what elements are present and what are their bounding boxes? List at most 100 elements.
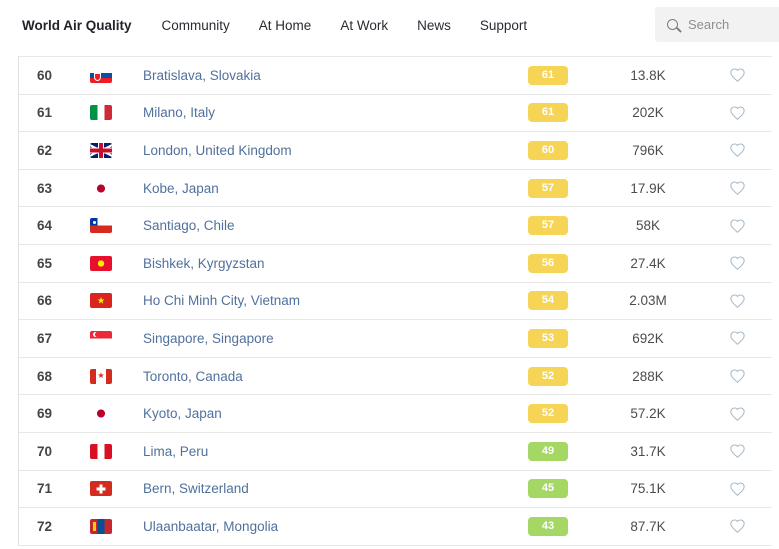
- nav-support[interactable]: Support: [480, 18, 527, 33]
- flag-mongolia-icon: [90, 519, 112, 534]
- flag-canada-icon: [90, 369, 112, 384]
- table-row[interactable]: 61 Milano, Italy 61 202K: [19, 94, 772, 132]
- followers-count: 27.4K: [568, 256, 728, 271]
- table-row[interactable]: 67 Singapore, Singapore 53 692K: [19, 319, 772, 357]
- follow-heart-button[interactable]: [728, 105, 746, 121]
- follow-heart-button[interactable]: [728, 180, 746, 196]
- search-box[interactable]: Search: [655, 7, 779, 42]
- nav-world-air-quality[interactable]: World Air Quality: [22, 18, 132, 33]
- flag-singapore-icon: [90, 331, 112, 346]
- aqi-badge: 61: [528, 103, 568, 122]
- city-link[interactable]: Bishkek, Kyrgyzstan: [143, 256, 528, 271]
- aqi-badge: 54: [528, 291, 568, 310]
- follow-heart-button[interactable]: [728, 518, 746, 534]
- followers-count: 13.8K: [568, 68, 728, 83]
- followers-count: 31.7K: [568, 444, 728, 459]
- table-row[interactable]: 66 Ho Chi Minh City, Vietnam 54 2.03M: [19, 282, 772, 320]
- city-link[interactable]: Kobe, Japan: [143, 181, 528, 196]
- aqi-badge: 52: [528, 404, 568, 423]
- flag-united-kingdom-icon: [90, 143, 112, 158]
- table-row[interactable]: 62 London, United Kingdom 60 796K: [19, 131, 772, 169]
- table-row[interactable]: 70 Lima, Peru 49 31.7K: [19, 432, 772, 470]
- rank-label: 67: [37, 331, 90, 346]
- flag-italy-icon: [90, 105, 112, 120]
- rank-label: 63: [37, 181, 90, 196]
- flag-japan-icon: [90, 406, 112, 421]
- nav-at-home[interactable]: At Home: [259, 18, 312, 33]
- city-link[interactable]: Milano, Italy: [143, 105, 528, 120]
- nav-news[interactable]: News: [417, 18, 451, 33]
- search-placeholder: Search: [688, 17, 729, 32]
- flag-japan-icon: [90, 181, 112, 196]
- followers-count: 692K: [568, 331, 728, 346]
- followers-count: 75.1K: [568, 481, 728, 496]
- city-link[interactable]: Kyoto, Japan: [143, 406, 528, 421]
- rank-label: 71: [37, 481, 90, 496]
- table-row[interactable]: 71 Bern, Switzerland 45 75.1K: [19, 470, 772, 508]
- rank-label: 60: [37, 68, 90, 83]
- followers-count: 58K: [568, 218, 728, 233]
- city-link[interactable]: Lima, Peru: [143, 444, 528, 459]
- table-row[interactable]: 68 Toronto, Canada 52 288K: [19, 357, 772, 395]
- followers-count: 17.9K: [568, 181, 728, 196]
- follow-heart-button[interactable]: [728, 368, 746, 384]
- rank-label: 61: [37, 105, 90, 120]
- aqi-badge: 49: [528, 442, 568, 461]
- city-link[interactable]: Singapore, Singapore: [143, 331, 528, 346]
- rank-label: 64: [37, 218, 90, 233]
- aqi-badge: 60: [528, 141, 568, 160]
- nav-at-work[interactable]: At Work: [340, 18, 388, 33]
- table-row[interactable]: 60 Bratislava, Slovakia 61 13.8K: [19, 56, 772, 94]
- rank-label: 68: [37, 369, 90, 384]
- nav-community[interactable]: Community: [162, 18, 230, 33]
- followers-count: 2.03M: [568, 293, 728, 308]
- follow-heart-button[interactable]: [728, 330, 746, 346]
- aqi-badge: 57: [528, 179, 568, 198]
- page: World Air Quality Community At Home At W…: [0, 0, 779, 549]
- city-link[interactable]: Toronto, Canada: [143, 369, 528, 384]
- aqi-badge: 43: [528, 517, 568, 536]
- city-ranking-table: 60 Bratislava, Slovakia 61 13.8K 61 Mila…: [18, 56, 772, 546]
- follow-heart-button[interactable]: [728, 218, 746, 234]
- aqi-badge: 45: [528, 479, 568, 498]
- search-icon: [667, 19, 678, 30]
- aqi-badge: 61: [528, 66, 568, 85]
- follow-heart-button[interactable]: [728, 255, 746, 271]
- aqi-badge: 57: [528, 216, 568, 235]
- table-row[interactable]: 69 Kyoto, Japan 52 57.2K: [19, 394, 772, 432]
- follow-heart-button[interactable]: [728, 481, 746, 497]
- flag-switzerland-icon: [90, 481, 112, 496]
- rank-label: 72: [37, 519, 90, 534]
- table-row[interactable]: 64 Santiago, Chile 57 58K: [19, 206, 772, 244]
- followers-count: 57.2K: [568, 406, 728, 421]
- follow-heart-button[interactable]: [728, 67, 746, 83]
- table-row[interactable]: 72 Ulaanbaatar, Mongolia 43 87.7K: [19, 507, 772, 545]
- aqi-badge: 53: [528, 329, 568, 348]
- follow-heart-button[interactable]: [728, 443, 746, 459]
- flag-vietnam-icon: [90, 293, 112, 308]
- flag-peru-icon: [90, 444, 112, 459]
- city-link[interactable]: London, United Kingdom: [143, 143, 528, 158]
- followers-count: 796K: [568, 143, 728, 158]
- aqi-badge: 52: [528, 367, 568, 386]
- follow-heart-button[interactable]: [728, 293, 746, 309]
- flag-kyrgyzstan-icon: [90, 256, 112, 271]
- rank-label: 62: [37, 143, 90, 158]
- flag-chile-icon: [90, 218, 112, 233]
- aqi-badge: 56: [528, 254, 568, 273]
- city-link[interactable]: Bern, Switzerland: [143, 481, 528, 496]
- rank-label: 70: [37, 444, 90, 459]
- city-link[interactable]: Santiago, Chile: [143, 218, 528, 233]
- rank-label: 69: [37, 406, 90, 421]
- city-link[interactable]: Ho Chi Minh City, Vietnam: [143, 293, 528, 308]
- followers-count: 87.7K: [568, 519, 728, 534]
- followers-count: 202K: [568, 105, 728, 120]
- follow-heart-button[interactable]: [728, 142, 746, 158]
- rank-label: 65: [37, 256, 90, 271]
- city-link[interactable]: Ulaanbaatar, Mongolia: [143, 519, 528, 534]
- flag-slovakia-icon: [90, 68, 112, 83]
- table-row[interactable]: 65 Bishkek, Kyrgyzstan 56 27.4K: [19, 244, 772, 282]
- follow-heart-button[interactable]: [728, 406, 746, 422]
- city-link[interactable]: Bratislava, Slovakia: [143, 68, 528, 83]
- table-row[interactable]: 63 Kobe, Japan 57 17.9K: [19, 169, 772, 207]
